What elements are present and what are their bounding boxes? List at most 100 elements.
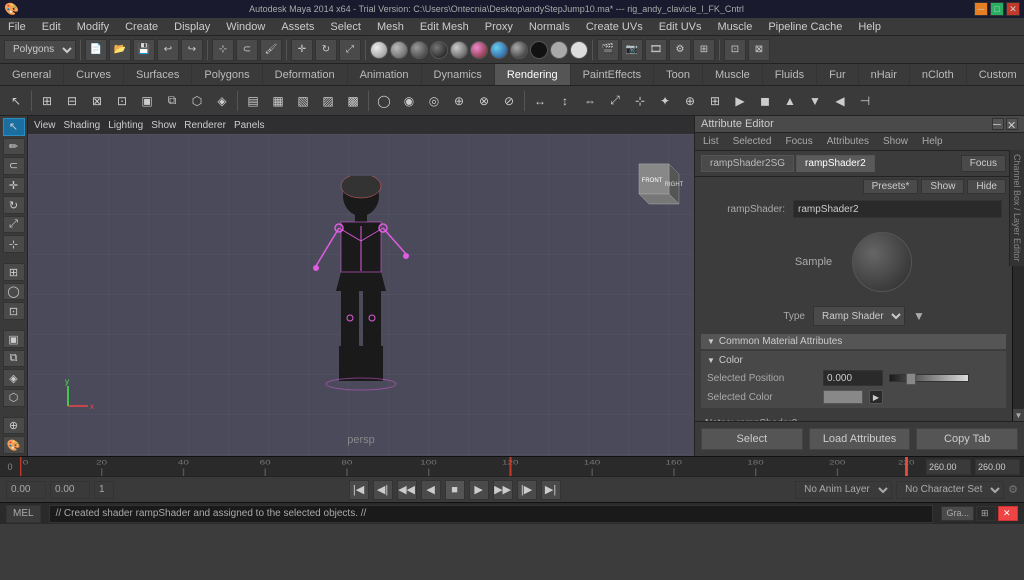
menu-normals[interactable]: Normals (525, 21, 574, 33)
shader-tab-sg[interactable]: rampShader2SG (701, 155, 794, 172)
menu-edit[interactable]: Edit (38, 21, 65, 33)
tb-redo[interactable]: ↪ (181, 39, 203, 61)
tb2-icon-28[interactable]: ▶ (728, 89, 752, 113)
selected-position-input[interactable] (823, 370, 883, 386)
tab-painteffects[interactable]: PaintEffects (571, 64, 655, 85)
lt-icon-2[interactable]: ◯ (3, 283, 25, 301)
attr-editor-close[interactable]: ✕ (1006, 118, 1018, 130)
tab-deformation[interactable]: Deformation (263, 64, 348, 85)
character-set-select[interactable]: No Character Set (896, 481, 1004, 499)
tb2-icon-9[interactable]: ▤ (241, 89, 265, 113)
position-slider[interactable] (889, 374, 969, 382)
end-time-input[interactable] (975, 459, 1020, 475)
tab-fur[interactable]: Fur (817, 64, 859, 85)
tb2-icon-1[interactable]: ⊞ (35, 89, 59, 113)
show-button[interactable]: Show (921, 179, 964, 194)
menu-create-uvs[interactable]: Create UVs (582, 21, 647, 33)
menu-file[interactable]: File (4, 21, 30, 33)
tab-custom[interactable]: Custom (967, 64, 1024, 85)
tb-scale[interactable]: ⤢ (339, 39, 361, 61)
tb2-icon-23[interactable]: ⤢ (603, 89, 627, 113)
tb2-icon-20[interactable]: ↔ (528, 89, 552, 113)
tb-move[interactable]: ✛ (291, 39, 313, 61)
tb-paint[interactable]: 🖌 (260, 39, 282, 61)
tb-rotate[interactable]: ↻ (315, 39, 337, 61)
tb2-icon-26[interactable]: ⊕ (678, 89, 702, 113)
tb-render-3[interactable]: 🎞 (645, 39, 667, 61)
lt-icon-1[interactable]: ⊞ (3, 263, 25, 281)
tb2-icon-3[interactable]: ⊠ (85, 89, 109, 113)
range-start2-field[interactable] (50, 481, 90, 499)
menu-pipeline-cache[interactable]: Pipeline Cache (764, 21, 846, 33)
attr-tab-focus[interactable]: Focus (781, 135, 816, 148)
lt-icon-5[interactable]: ⧉ (3, 350, 25, 368)
viewport[interactable]: View Shading Lighting Show Renderer Pane… (28, 116, 694, 456)
playback-prev-frame[interactable]: ◀◀ (397, 480, 417, 500)
playback-end[interactable]: ▶| (541, 480, 561, 500)
playback-play[interactable]: ▶ (469, 480, 489, 500)
lt-icon-9[interactable]: 🎨 (3, 436, 25, 454)
shading-sphere-6[interactable] (470, 41, 488, 59)
scroll-down-arrow[interactable]: ▼ (1013, 409, 1024, 421)
tab-animation[interactable]: Animation (348, 64, 422, 85)
shading-sphere-5[interactable] (450, 41, 468, 59)
copy-tab-button[interactable]: Copy Tab (916, 428, 1018, 450)
tab-surfaces[interactable]: Surfaces (124, 64, 192, 85)
tb-render-4[interactable]: ⚙ (669, 39, 691, 61)
tb2-icon-12[interactable]: ▨ (316, 89, 340, 113)
tab-muscle[interactable]: Muscle (703, 64, 763, 85)
vp-menu-show[interactable]: Show (151, 120, 176, 131)
lt-icon-4[interactable]: ▣ (3, 330, 25, 348)
tab-nhair[interactable]: nHair (859, 64, 910, 85)
position-slider-thumb[interactable] (906, 373, 916, 385)
lt-icon-6[interactable]: ◈ (3, 369, 25, 387)
playback-options[interactable]: ⚙ (1008, 483, 1018, 496)
menu-edit-uvs[interactable]: Edit UVs (655, 21, 706, 33)
color-swatch-btn[interactable]: ▶ (869, 390, 883, 404)
menu-display[interactable]: Display (170, 21, 214, 33)
lt-scale[interactable]: ⤢ (3, 216, 25, 234)
tab-curves[interactable]: Curves (64, 64, 124, 85)
menu-assets[interactable]: Assets (277, 21, 318, 33)
tb2-icon-22[interactable]: ⇔ (578, 89, 602, 113)
anim-layer-select[interactable]: No Anim Layer (795, 481, 892, 499)
load-attributes-button[interactable]: Load Attributes (809, 428, 911, 450)
tb2-icon-18[interactable]: ⊗ (472, 89, 496, 113)
presets-button[interactable]: Presets* (863, 179, 919, 194)
attr-tab-show[interactable]: Show (879, 135, 912, 148)
shading-sphere-1[interactable] (370, 41, 388, 59)
tb2-icon-25[interactable]: ✦ (653, 89, 677, 113)
tb2-icon-24[interactable]: ⊹ (628, 89, 652, 113)
tb2-icon-21[interactable]: ↕ (553, 89, 577, 113)
lt-icon-8[interactable]: ⊕ (3, 417, 25, 435)
color-header[interactable]: ▼ Color (707, 353, 1000, 368)
tb-open[interactable]: 📂 (109, 39, 131, 61)
tb2-icon-11[interactable]: ▧ (291, 89, 315, 113)
attr-tab-list[interactable]: List (699, 135, 723, 148)
tab-toon[interactable]: Toon (654, 64, 703, 85)
tb-lasso[interactable]: ⊂ (236, 39, 258, 61)
vp-menu-view[interactable]: View (34, 120, 56, 131)
selected-color-swatch[interactable] (823, 390, 863, 404)
tb2-icon-4[interactable]: ⊡ (110, 89, 134, 113)
playback-next-frame[interactable]: ▶▶ (493, 480, 513, 500)
menu-modify[interactable]: Modify (73, 21, 113, 33)
playback-next-key[interactable]: |▶ (517, 480, 537, 500)
orientation-cube[interactable]: FRONT RIGHT (624, 154, 684, 214)
tab-rendering[interactable]: Rendering (495, 64, 571, 85)
mel-button[interactable]: MEL (6, 505, 41, 523)
lt-select[interactable]: ↖ (3, 118, 25, 136)
tb-render-2[interactable]: 📷 (621, 39, 643, 61)
shading-sphere-4[interactable] (430, 41, 448, 59)
channel-box-label[interactable]: Channel Box / Layer Editor (1009, 150, 1024, 266)
tb2-icon-31[interactable]: ▼ (803, 89, 827, 113)
hide-button[interactable]: Hide (967, 179, 1006, 194)
tb2-select-arrow[interactable]: ↖ (4, 89, 28, 113)
shading-sphere-2[interactable] (390, 41, 408, 59)
shader-tab-main[interactable]: rampShader2 (796, 155, 875, 172)
playback-prev-key[interactable]: ◀| (373, 480, 393, 500)
tb2-icon-8[interactable]: ◈ (210, 89, 234, 113)
tab-fluids[interactable]: Fluids (763, 64, 817, 85)
tab-polygons[interactable]: Polygons (192, 64, 262, 85)
tb2-icon-5[interactable]: ▣ (135, 89, 159, 113)
